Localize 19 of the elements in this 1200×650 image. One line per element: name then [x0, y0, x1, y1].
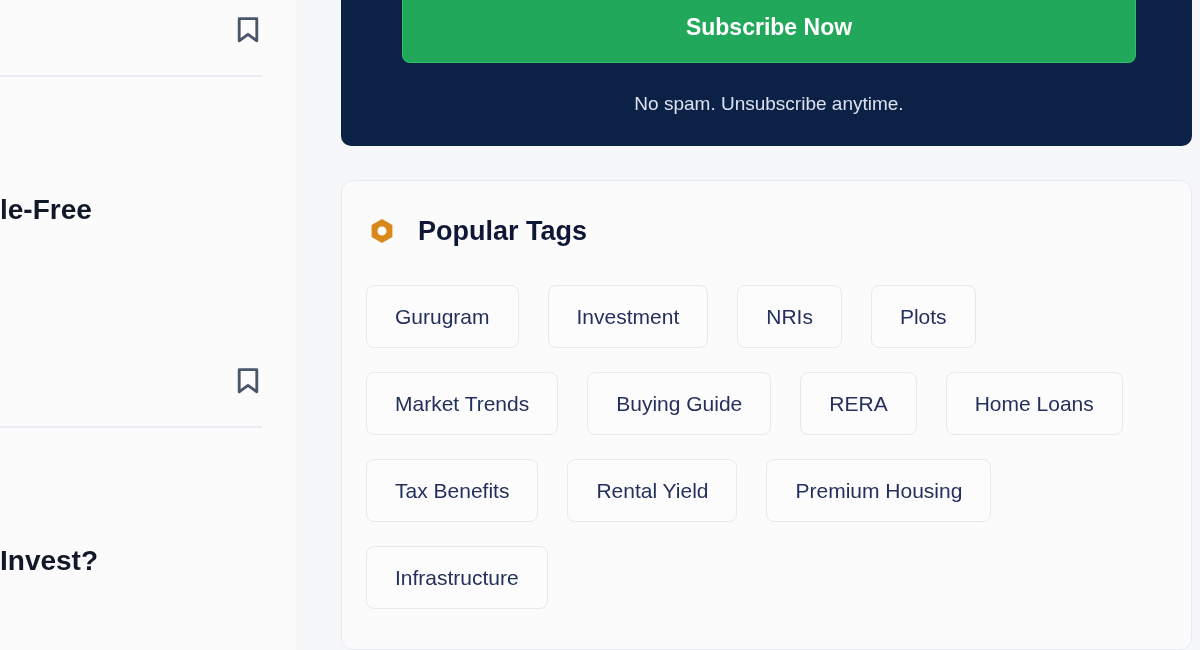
tag-link[interactable]: Tax Benefits [366, 459, 539, 522]
article-title[interactable]: Invest? [0, 544, 259, 578]
tag-link[interactable]: Premium Housing [766, 459, 992, 522]
tag-link[interactable]: Investment [547, 285, 709, 348]
tag-link[interactable]: Rental Yield [567, 459, 738, 522]
bookmark-icon[interactable] [237, 368, 259, 394]
tag-link[interactable]: NRIs [737, 285, 842, 348]
tag-link[interactable]: Gurugram [366, 285, 519, 348]
tag-link[interactable]: Buying Guide [587, 372, 772, 435]
tag-link[interactable]: RERA [800, 372, 917, 435]
hexagon-icon [370, 219, 394, 243]
tag-link[interactable]: Market Trends [366, 372, 559, 435]
tag-link[interactable]: Plots [870, 285, 976, 348]
bookmark-icon[interactable] [237, 17, 259, 43]
tag-link[interactable]: Infrastructure [366, 546, 548, 609]
section-title: Popular Tags [418, 215, 588, 248]
tag-link[interactable]: Home Loans [945, 372, 1123, 435]
article-title[interactable]: le-Free [0, 193, 259, 227]
newsletter-note: No spam. Unsubscribe anytime. [634, 92, 904, 116]
